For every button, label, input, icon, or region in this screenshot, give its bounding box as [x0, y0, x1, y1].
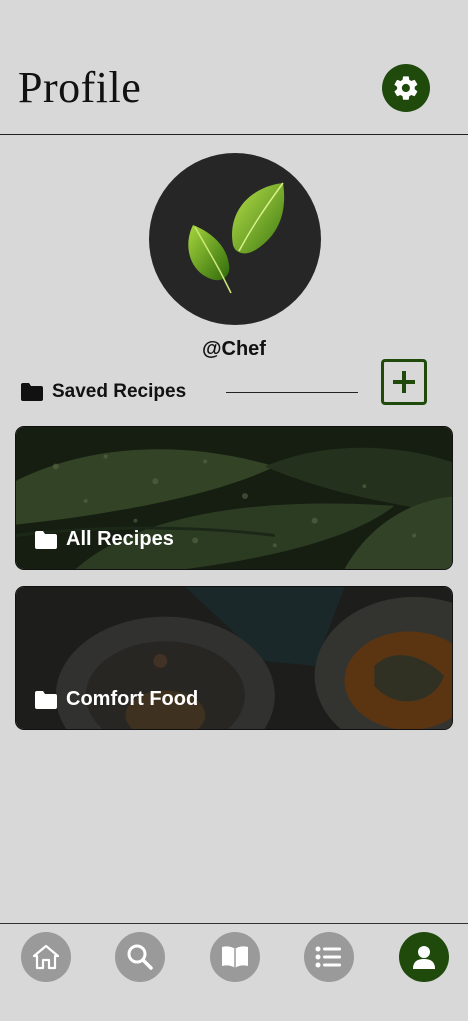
plus-icon	[393, 371, 415, 393]
folder-card-label: Comfort Food	[34, 688, 198, 711]
home-icon	[32, 944, 60, 970]
folder-icon	[35, 530, 57, 549]
search-icon	[127, 944, 153, 970]
add-folder-button[interactable]	[381, 359, 427, 405]
folder-card-label: All Recipes	[34, 528, 174, 551]
folder-icon	[35, 690, 57, 709]
saved-recipes-heading: Saved Recipes	[20, 378, 186, 406]
tab-bar-divider	[0, 923, 468, 924]
header: Profile	[0, 0, 468, 135]
header-divider	[0, 134, 468, 135]
gear-icon	[394, 76, 418, 100]
page-title: Profile	[18, 63, 142, 112]
list-icon	[315, 946, 341, 968]
book-icon	[222, 946, 248, 968]
folder-card-all-recipes[interactable]: All Recipes	[15, 426, 453, 570]
folder-name: All Recipes	[66, 528, 174, 550]
avatar[interactable]	[149, 153, 321, 325]
tab-list[interactable]	[304, 932, 354, 982]
folder-name: Comfort Food	[66, 688, 199, 710]
tab-profile[interactable]	[399, 932, 449, 982]
tab-home[interactable]	[21, 932, 71, 982]
tab-search[interactable]	[115, 932, 165, 982]
tab-recipes-book[interactable]	[210, 932, 260, 982]
section-divider	[226, 392, 358, 393]
settings-button[interactable]	[382, 64, 430, 112]
username: @Chef	[202, 338, 266, 360]
folder-icon	[21, 383, 43, 401]
section-label: Saved Recipes	[52, 381, 187, 402]
user-icon	[413, 946, 435, 969]
folder-card-comfort-food[interactable]: Comfort Food	[15, 586, 453, 730]
leaves-image	[188, 182, 285, 294]
